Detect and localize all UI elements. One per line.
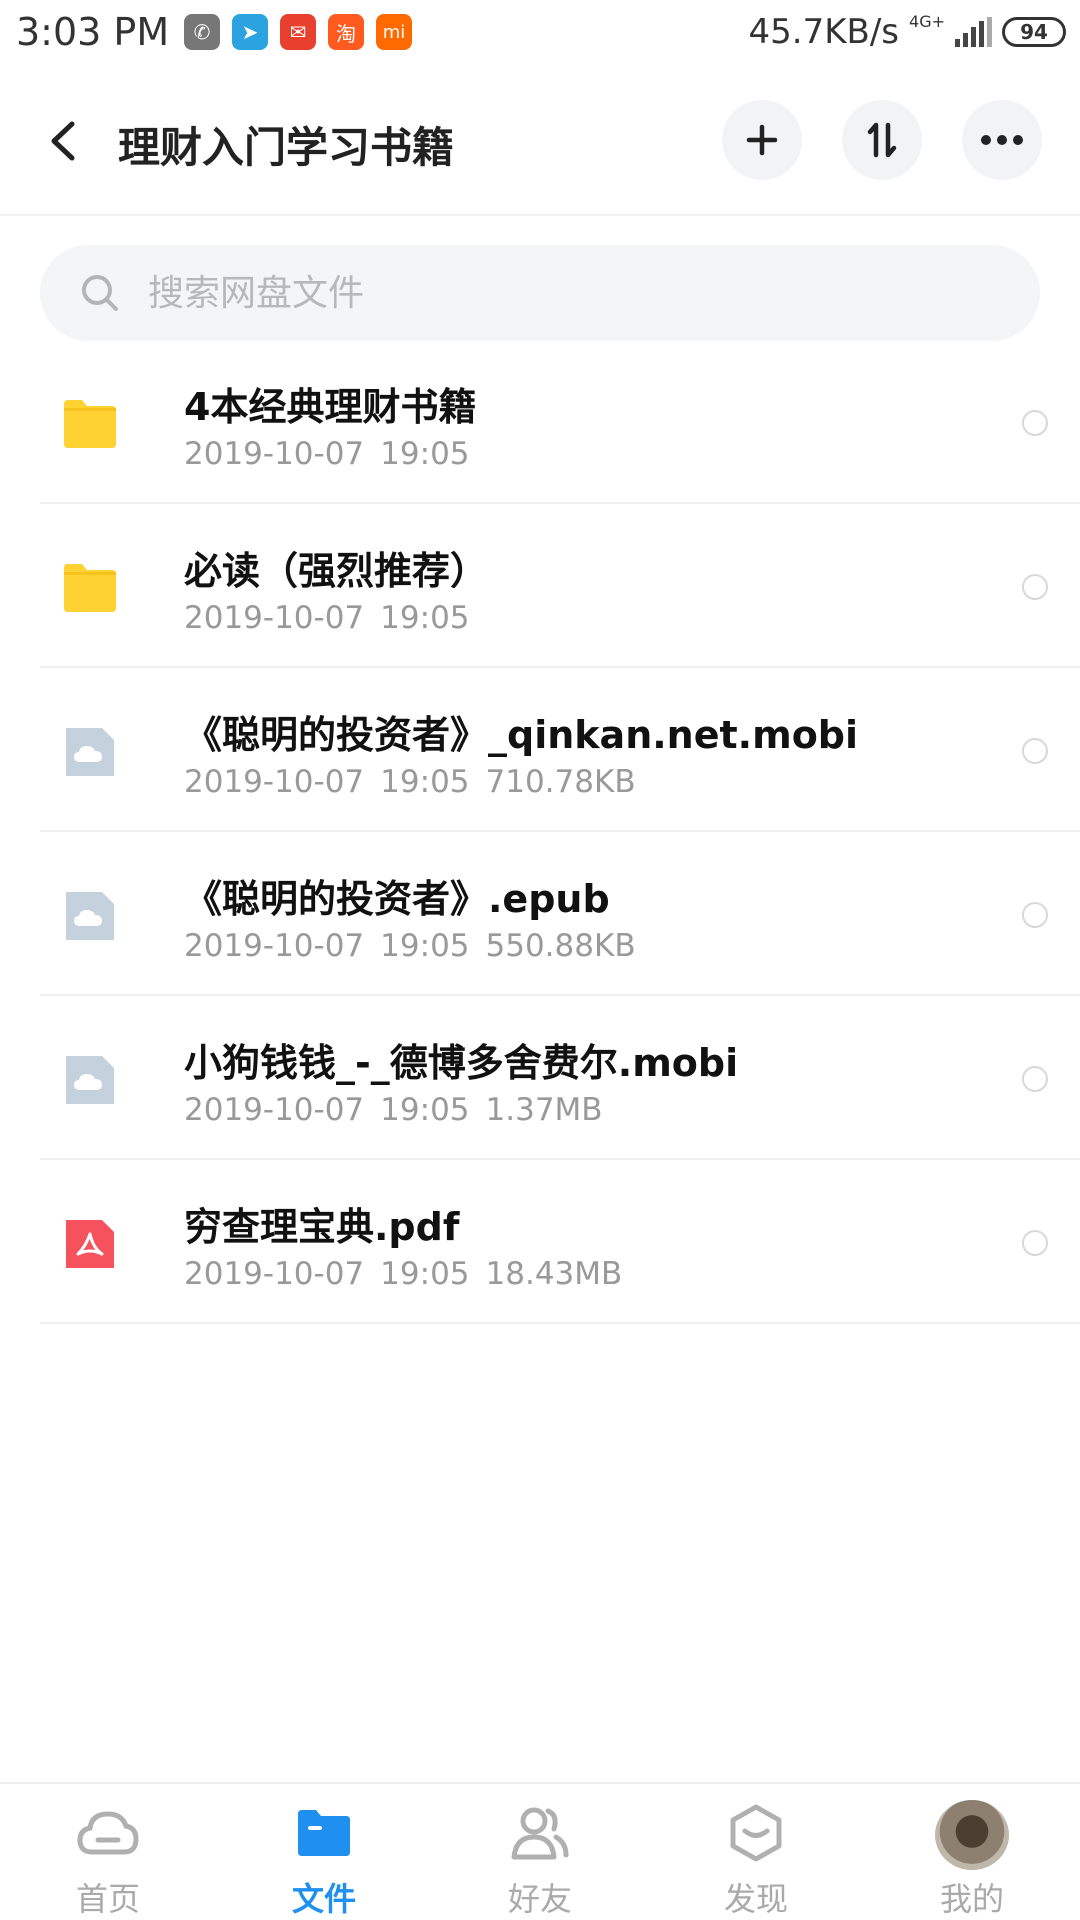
file-item-folder[interactable]: 4本经典理财书籍 2019-10-07 19:05 [40,340,1080,504]
file-name: 穷查理宝典.pdf [184,1205,460,1249]
plus-icon [746,124,778,156]
add-button[interactable] [722,100,802,180]
file-meta: 2019-10-07 19:05 710.78KB [184,764,636,800]
nav-home[interactable]: 首页 [0,1784,216,1920]
file-meta: 2019-10-07 19:05 [184,436,470,472]
discover-icon [722,1804,790,1862]
folder-icon [64,400,116,448]
file-meta: 2019-10-07 19:05 18.43MB [184,1256,623,1292]
bottom-nav: 首页 文件 好友 发现 我的 [0,1782,1080,1920]
folder-icon [64,564,116,612]
mi-icon: mi [376,14,412,50]
file-meta: 2019-10-07 19:05 1.37MB [184,1092,603,1128]
battery-level: 94 [1020,20,1048,44]
header: 理财入门学习书籍 [0,66,1080,216]
file-item-document[interactable]: 小狗钱钱_-_德博多舍费尔.mobi 2019-10-07 19:05 1.37MB [40,996,1080,1160]
select-checkbox[interactable] [1022,1230,1048,1256]
network-type: 4G+ [909,12,945,31]
nav-label: 文件 [291,1880,356,1918]
file-name: 4本经典理财书籍 [184,385,477,429]
file-item-document[interactable]: 《聪明的投资者》.epub 2019-10-07 19:05 550.88KB [40,832,1080,996]
nav-label: 我的 [939,1880,1004,1918]
file-meta: 2019-10-07 19:05 [184,600,470,636]
wechat-icon: ✆ [184,14,220,50]
taobao-icon: 淘 [328,14,364,50]
cloud-file-icon [66,728,114,776]
status-time: 3:03 PM [16,10,170,54]
more-dots-icon [981,135,1023,145]
sort-button[interactable] [842,100,922,180]
status-app-icons: ✆ ➤ ✉ 淘 mi [184,14,412,50]
cloud-file-icon [66,1056,114,1104]
battery-icon: 94 [1002,17,1066,47]
avatar [935,1800,1009,1870]
page-title: 理财入门学习书籍 [118,123,455,172]
nav-label: 好友 [507,1880,572,1918]
nav-discover[interactable]: 发现 [648,1784,864,1920]
back-arrow-icon[interactable] [44,118,84,164]
select-checkbox[interactable] [1022,410,1048,436]
file-name: 小狗钱钱_-_德博多舍费尔.mobi [184,1041,739,1085]
signal-icon [955,17,992,47]
file-name: 《聪明的投资者》.epub [184,877,610,921]
folder-icon [290,1804,358,1862]
nav-label: 首页 [75,1880,140,1918]
sort-icon [867,122,897,158]
file-item-folder[interactable]: 必读（强烈推荐） 2019-10-07 19:05 [40,504,1080,668]
search-icon [82,275,118,311]
telegram-icon: ➤ [232,14,268,50]
cloud-home-icon [74,1804,142,1862]
status-right: 45.7KB/s 4G+ 94 [749,12,1066,52]
network-speed: 45.7KB/s [748,12,900,52]
file-name: 《聪明的投资者》_qinkan.net.mobi [184,713,859,757]
pdf-icon [66,1220,114,1268]
nav-files[interactable]: 文件 [216,1784,432,1920]
search-input[interactable] [148,267,848,319]
more-button[interactable] [962,100,1042,180]
status-bar: 3:03 PM ✆ ➤ ✉ 淘 mi 45.7KB/s 4G+ 94 [0,0,1080,66]
select-checkbox[interactable] [1022,574,1048,600]
select-checkbox[interactable] [1022,1066,1048,1092]
cloud-file-icon [66,892,114,940]
red-app-icon: ✉ [280,14,316,50]
file-item-document[interactable]: 《聪明的投资者》_qinkan.net.mobi 2019-10-07 19:05… [40,668,1080,832]
select-checkbox[interactable] [1022,902,1048,928]
file-item-pdf[interactable]: 穷查理宝典.pdf 2019-10-07 19:05 18.43MB [40,1160,1080,1324]
file-name: 必读（强烈推荐） [184,549,489,593]
select-checkbox[interactable] [1022,738,1048,764]
nav-label: 发现 [723,1880,788,1918]
friends-icon [506,1804,574,1862]
nav-me[interactable]: 我的 [864,1784,1080,1920]
search-bar[interactable] [40,245,1040,341]
nav-friends[interactable]: 好友 [432,1784,648,1920]
file-list: 4本经典理财书籍 2019-10-07 19:05 必读（强烈推荐） 2019-1… [0,340,1080,1324]
file-meta: 2019-10-07 19:05 550.88KB [184,928,636,964]
